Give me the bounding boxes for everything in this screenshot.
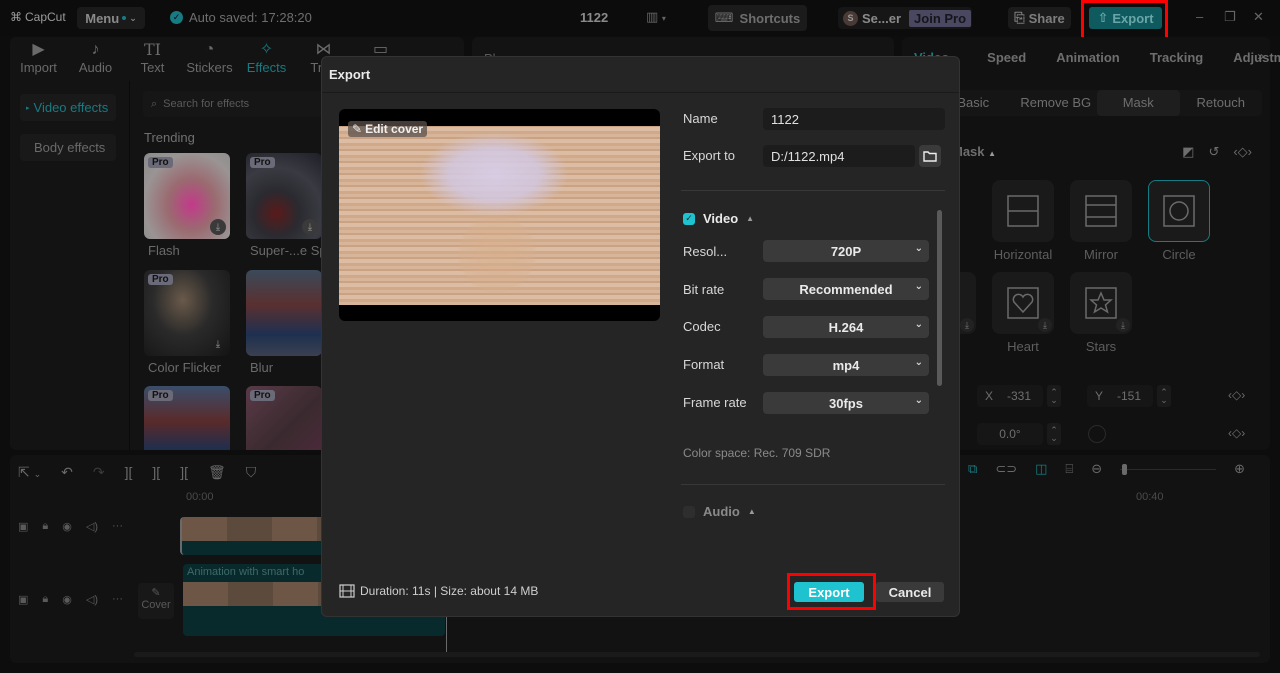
chevron-down-icon: ⌄	[914, 319, 923, 330]
audio-checkbox[interactable]	[683, 505, 695, 518]
format-select[interactable]: mp4 ⌄	[763, 354, 929, 376]
name-input[interactable]: 1122	[763, 108, 945, 130]
bitrate-value: Recommended	[799, 281, 893, 297]
chevron-down-icon: ⌄	[914, 243, 923, 254]
resolution-select[interactable]: 720P ⌄	[763, 240, 929, 262]
caret-up-icon: ▲	[747, 507, 756, 516]
edit-cover-button[interactable]: ✎ Edit cover	[348, 121, 428, 137]
cancel-button-label: Cancel	[888, 584, 932, 600]
name-value: 1122	[771, 111, 799, 127]
browse-folder-button[interactable]	[919, 145, 941, 167]
export-path-input[interactable]: D:/1122.mp4	[763, 145, 915, 167]
color-space-info: Color space: Rec. 709 SDR	[683, 446, 831, 460]
folder-icon	[923, 151, 937, 162]
resolution-label: Resol...	[683, 244, 728, 259]
framerate-label: Frame rate	[683, 395, 747, 410]
audio-section-header[interactable]: Audio ▲	[683, 504, 756, 519]
codec-select[interactable]: H.264 ⌄	[763, 316, 929, 338]
divider	[681, 190, 945, 191]
film-icon	[339, 584, 355, 598]
format-value: mp4	[832, 357, 860, 373]
video-section-label: Video	[703, 211, 739, 226]
dialog-title: Export	[329, 67, 371, 82]
chevron-down-icon: ⌄	[914, 281, 923, 292]
dialog-header-divider	[322, 92, 959, 93]
capcut-app: ⌘ CapCut Menu ⌄ ✓ Auto saved: 17:28:20 1…	[0, 0, 1280, 673]
duration-size-info: Duration: 11s | Size: about 14 MB	[339, 584, 538, 598]
video-checkbox[interactable]: ✓	[683, 212, 695, 225]
format-label: Format	[683, 357, 725, 372]
framerate-select[interactable]: 30fps ⌄	[763, 392, 929, 414]
settings-scrollbar[interactable]	[937, 210, 942, 386]
chevron-down-icon: ⌄	[914, 395, 923, 406]
export-dialog: Export ✎ Edit cover Name 1122 Export to …	[321, 56, 960, 617]
resolution-value: 720P	[830, 243, 862, 259]
codec-label: Codec	[683, 319, 721, 334]
edit-pencil-icon: ✎	[352, 122, 363, 136]
divider	[681, 484, 945, 485]
chevron-down-icon: ⌄	[914, 357, 923, 368]
video-section-header[interactable]: ✓ Video ▲	[683, 211, 754, 226]
preview-image	[339, 126, 660, 305]
audio-section-label: Audio	[703, 504, 740, 519]
cover-preview: ✎ Edit cover	[339, 109, 660, 321]
highlight-box-export	[787, 573, 876, 610]
duration-text: Duration: 11s | Size: about 14 MB	[360, 584, 539, 598]
name-label: Name	[683, 111, 718, 126]
edit-cover-label: Edit cover	[365, 122, 424, 136]
framerate-value: 30fps	[829, 395, 863, 411]
export-to-label: Export to	[683, 148, 736, 163]
export-path-value: D:/1122.mp4	[771, 148, 845, 164]
bitrate-label: Bit rate	[683, 282, 725, 297]
caret-up-icon: ▲	[746, 214, 755, 223]
cancel-button[interactable]: Cancel	[876, 582, 944, 602]
codec-value: H.264	[828, 319, 864, 335]
bitrate-select[interactable]: Recommended ⌄	[763, 278, 929, 300]
